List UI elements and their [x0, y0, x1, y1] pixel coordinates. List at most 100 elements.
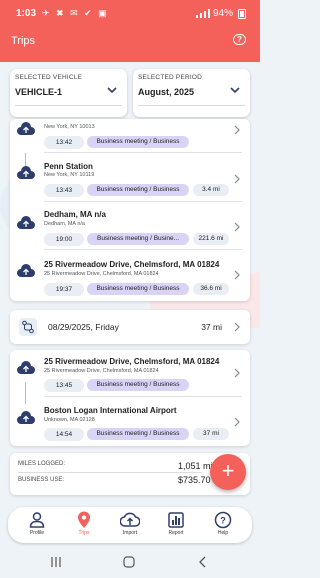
trip-address: Dedham, MA n/a	[44, 221, 85, 227]
help-icon: ?	[214, 511, 232, 529]
status-time: 1:03	[16, 8, 37, 19]
divider	[18, 472, 202, 473]
trip-distance: 36.6 mi	[193, 283, 229, 295]
trip-address: 25 Rivermeadow Drive, Chelmsford, MA 018…	[44, 368, 159, 374]
trip-purpose-badge: Business meeting / Business	[87, 428, 189, 440]
trip-address: New York, NY 10119	[44, 172, 95, 178]
trip-time: 13:43	[44, 184, 84, 197]
day-date: 08/29/2025, Friday	[48, 322, 119, 332]
signal-icon	[195, 9, 210, 18]
vehicle-selector-value: VEHICLE-1	[15, 87, 63, 97]
page-title: Trips	[11, 35, 36, 47]
vehicle-selector-label: SELECTED VEHICLE	[15, 74, 83, 81]
nav-profile[interactable]: Profile	[17, 511, 57, 541]
cloud-upload-icon	[120, 512, 140, 527]
trip-name: Boston Logan International Airport	[44, 406, 177, 415]
nav-report[interactable]: Report	[156, 511, 196, 541]
cloud-upload-icon	[17, 166, 35, 179]
chevron-right-icon	[234, 270, 240, 280]
trip-row[interactable]: Dedham, MA n/a Dedham, MA n/a 19:00 Busi…	[10, 204, 250, 250]
battery-icon	[238, 8, 246, 19]
trip-row[interactable]: Boston Logan International Airport Unkno…	[10, 399, 250, 445]
trip-purpose-badge: Business meeting / Business	[87, 136, 189, 148]
battery-text: 94%	[212, 8, 233, 19]
divider	[44, 201, 242, 202]
trip-time: 19:00	[44, 233, 84, 246]
add-trip-button[interactable]: +	[210, 454, 246, 490]
cloud-upload-icon	[17, 411, 35, 424]
trip-row[interactable]: 25 Rivermeadow Drive, Chelmsford, MA 018…	[10, 252, 250, 299]
chevron-right-icon	[234, 222, 240, 232]
divider	[15, 105, 122, 106]
trip-distance: 3.4 mi	[193, 184, 229, 196]
period-selector[interactable]: SELECTED PERIOD August, 2025	[133, 69, 250, 117]
miles-logged-label: MILES LOGGED:	[18, 461, 66, 467]
nav-label: Trips	[78, 530, 90, 536]
trip-row[interactable]: New York, NY 10013 13:42 Business meetin…	[10, 119, 250, 153]
trip-name: 25 Rivermeadow Drive, Chelmsford, MA 018…	[44, 260, 220, 269]
cloud-upload-icon	[17, 216, 35, 229]
miles-logged-value: 1,051 mi	[178, 461, 213, 471]
bar-chart-icon	[168, 512, 184, 528]
divider	[138, 105, 245, 106]
trip-name: Penn Station	[44, 162, 93, 171]
trip-time: 14:54	[44, 428, 84, 441]
divider	[44, 396, 242, 397]
trip-time: 19:37	[44, 283, 84, 296]
home-icon[interactable]	[123, 556, 135, 568]
vehicle-selector[interactable]: SELECTED VEHICLE VEHICLE-1	[10, 69, 127, 117]
status-bar: 1:03 ✈ ✖ ✉ ✔ ▣ 94%	[0, 0, 260, 28]
trip-row[interactable]: 25 Rivermeadow Drive, Chelmsford, MA 018…	[10, 350, 250, 397]
nav-label: Profile	[29, 530, 45, 536]
notification-icons: ✈ ✖ ✉ ✔ ▣	[42, 8, 109, 18]
chevron-right-icon	[234, 368, 240, 378]
nav-label: Report	[168, 530, 184, 536]
chevron-right-icon	[234, 322, 240, 332]
cloud-upload-icon	[17, 122, 35, 135]
trip-distance: 221.6 mi	[193, 233, 229, 245]
divider	[44, 249, 242, 250]
cloud-upload-icon	[17, 361, 35, 374]
period-selector-value: August, 2025	[138, 87, 195, 97]
chevron-right-icon	[234, 125, 240, 135]
chevron-down-icon	[230, 87, 240, 94]
chat-help-icon[interactable]: ?	[233, 34, 246, 45]
back-icon[interactable]	[198, 556, 208, 568]
map-pin-icon	[78, 511, 90, 528]
day-distance: 37 mi	[201, 322, 222, 332]
trip-purpose-badge: Business meeting / Busine...	[87, 233, 189, 245]
status-right: 94%	[195, 8, 246, 19]
bottom-nav: Profile Trips Import Report ? Help	[8, 507, 252, 543]
divider	[44, 152, 242, 153]
nav-label: Import	[122, 530, 138, 536]
trip-address: New York, NY 10013	[44, 124, 95, 130]
cloud-upload-icon	[17, 264, 35, 277]
trip-time: 13:42	[44, 136, 84, 149]
trip-group-card: 25 Rivermeadow Drive, Chelmsford, MA 018…	[10, 350, 250, 446]
trip-purpose-badge: Business meeting / Business	[87, 184, 189, 196]
chevron-down-icon	[107, 87, 117, 94]
trip-address: 25 Rivermeadow Drive, Chelmsford, MA 018…	[44, 271, 159, 277]
person-icon	[29, 512, 45, 528]
chevron-right-icon	[234, 174, 240, 184]
trip-purpose-badge: Business meeting / Business	[87, 379, 189, 391]
nav-trips[interactable]: Trips	[64, 511, 104, 541]
app-header: 1:03 ✈ ✖ ✉ ✔ ▣ 94% Trips ?	[0, 0, 260, 62]
nav-import[interactable]: Import	[110, 511, 150, 541]
nav-label: Help	[217, 530, 229, 536]
trip-address: Unknown, MA 02128	[44, 417, 95, 423]
business-use-label: BUSINESS USE:	[18, 477, 65, 483]
day-header[interactable]: 08/29/2025, Friday 37 mi	[10, 310, 250, 344]
trip-purpose-badge: Business meeting / Business	[87, 283, 189, 295]
period-selector-label: SELECTED PERIOD	[138, 74, 203, 81]
chevron-right-icon	[234, 417, 240, 427]
svg-text:?: ?	[220, 516, 226, 526]
trip-group-card: New York, NY 10013 13:42 Business meetin…	[10, 119, 250, 301]
trip-time: 13:45	[44, 379, 84, 392]
nav-help[interactable]: ? Help	[203, 511, 243, 541]
business-use-value: $735.70	[178, 475, 211, 485]
recent-apps-icon[interactable]	[50, 556, 62, 568]
trip-name: Dedham, MA n/a	[44, 210, 106, 219]
trip-row[interactable]: Penn Station New York, NY 10119 13:43 Bu…	[10, 157, 250, 202]
trip-distance: 37 mi	[193, 428, 229, 440]
